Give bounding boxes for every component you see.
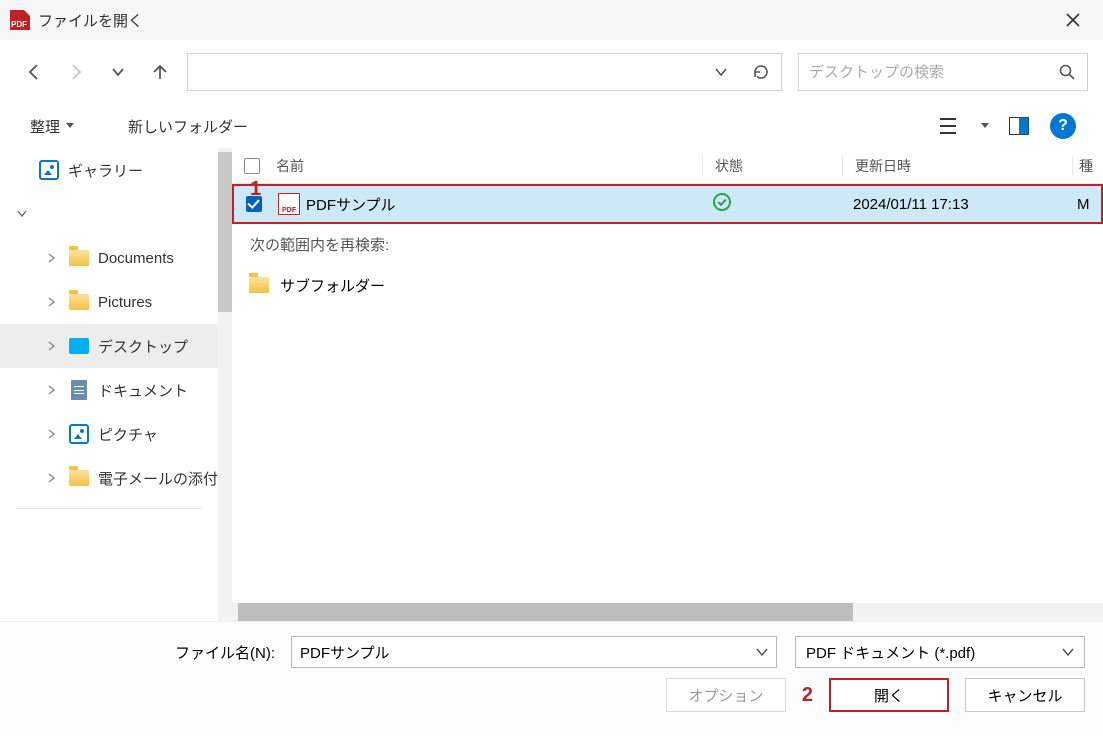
sidebar-item-label: ギャラリー — [68, 160, 143, 181]
sidebar-item-label: Pictures — [98, 294, 152, 311]
app-pdf-icon: PDF — [10, 10, 30, 30]
chevron-right-icon[interactable] — [44, 385, 60, 395]
up-button[interactable] — [141, 53, 179, 91]
sidebar-item-label: ピクチャ — [98, 424, 158, 445]
folder-icon — [69, 294, 89, 310]
sidebar-item-home[interactable] — [0, 192, 218, 236]
sidebar-item-email-attachments[interactable]: 電子メールの添付 — [0, 456, 218, 500]
chevron-down-icon[interactable] — [1062, 646, 1074, 658]
pdf-file-icon: PDF — [278, 193, 300, 215]
footer-panel: ファイル名(N): PDFサンプル PDF ドキュメント (*.pdf) オプシ… — [0, 621, 1103, 736]
sidebar-scroll-thumb[interactable] — [218, 152, 232, 312]
sidebar-item-label: 電子メールの添付 — [98, 468, 218, 489]
history-dropdown[interactable] — [99, 53, 137, 91]
column-name[interactable]: 名前 — [272, 156, 703, 176]
search-box[interactable] — [798, 53, 1088, 91]
sidebar-item-label: ドキュメント — [98, 380, 188, 401]
new-folder-label: 新しいフォルダー — [128, 116, 248, 137]
gallery-icon — [39, 160, 59, 180]
sidebar-item-pictures[interactable]: Pictures — [0, 280, 218, 324]
chevron-right-icon[interactable] — [44, 473, 60, 483]
window-title: ファイルを開く — [38, 10, 143, 31]
toolbar: 整理 新しいフォルダー ? — [0, 104, 1103, 148]
view-dropdown[interactable] — [975, 111, 995, 141]
chevron-down-icon[interactable] — [14, 209, 30, 219]
column-headers[interactable]: 名前 状態 更新日時 種 — [232, 148, 1103, 184]
search-input[interactable] — [799, 64, 1047, 81]
file-name: PDFサンプル — [306, 194, 396, 215]
chevron-down-icon[interactable] — [756, 646, 768, 658]
column-status[interactable]: 状態 — [703, 156, 843, 176]
filetype-combo[interactable]: PDF ドキュメント (*.pdf) — [795, 636, 1085, 668]
forward-button[interactable] — [57, 53, 95, 91]
filename-combo[interactable]: PDFサンプル — [291, 636, 777, 668]
cancel-button[interactable]: キャンセル — [965, 678, 1085, 712]
search-icon[interactable] — [1047, 63, 1087, 81]
sidebar-scrollbar[interactable] — [218, 148, 232, 621]
filetype-value: PDF ドキュメント (*.pdf) — [806, 642, 1062, 663]
close-button[interactable] — [1053, 0, 1093, 40]
title-bar: PDF ファイルを開く — [0, 0, 1103, 40]
chevron-right-icon[interactable] — [44, 341, 60, 351]
back-button[interactable] — [15, 53, 53, 91]
file-row[interactable]: PDF PDFサンプル 2024/01/11 17:13 M — [232, 184, 1103, 224]
view-list-button[interactable] — [931, 111, 971, 141]
new-folder-button[interactable]: 新しいフォルダー — [118, 110, 258, 143]
column-modified[interactable]: 更新日時 — [843, 156, 1073, 176]
file-type: M — [1071, 196, 1101, 213]
select-all-checkbox[interactable] — [232, 158, 272, 174]
sidebar-item-gallery[interactable]: ギャラリー — [0, 148, 218, 192]
horizontal-scrollbar[interactable] — [232, 603, 1103, 621]
main-area: ギャラリー Documents Pictures — [0, 148, 1103, 621]
chevron-down-icon — [66, 122, 74, 130]
picture-icon — [69, 424, 89, 444]
path-input[interactable] — [188, 54, 701, 90]
status-ok-icon — [713, 193, 731, 211]
sidebar-item-label: Documents — [98, 250, 174, 267]
help-button[interactable]: ? — [1043, 111, 1083, 141]
folder-icon — [69, 250, 89, 266]
sidebar: ギャラリー Documents Pictures — [0, 148, 232, 621]
chevron-right-icon[interactable] — [44, 297, 60, 307]
filename-value[interactable]: PDFサンプル — [300, 642, 756, 663]
nav-row — [0, 40, 1103, 104]
open-button[interactable]: 開く — [829, 678, 949, 712]
help-icon: ? — [1050, 113, 1076, 139]
research-label: 次の範囲内を再検索: — [232, 224, 1103, 265]
annotation-2: 2 — [802, 684, 813, 707]
options-button[interactable]: オプション — [666, 678, 786, 712]
divider — [16, 508, 202, 509]
file-date: 2024/01/11 17:13 — [841, 196, 1071, 213]
desktop-icon — [69, 338, 89, 354]
preview-pane-button[interactable] — [999, 111, 1039, 141]
document-icon — [71, 380, 87, 400]
folder-icon — [69, 470, 89, 486]
nav-tree: ギャラリー Documents Pictures — [0, 148, 218, 621]
subfolder-row[interactable]: サブフォルダー — [232, 265, 1103, 305]
path-dropdown-icon[interactable] — [701, 54, 741, 90]
folder-icon — [249, 277, 269, 293]
column-type[interactable]: 種 — [1073, 156, 1103, 176]
path-box[interactable] — [187, 53, 782, 91]
organize-button[interactable]: 整理 — [20, 110, 84, 143]
horizontal-scroll-thumb[interactable] — [238, 603, 853, 621]
refresh-button[interactable] — [741, 54, 781, 90]
sidebar-item-documents[interactable]: Documents — [0, 236, 218, 280]
sidebar-item-documents-jp[interactable]: ドキュメント — [0, 368, 218, 412]
sidebar-item-label: デスクトップ — [98, 336, 188, 357]
chevron-right-icon[interactable] — [44, 253, 60, 263]
file-checkbox[interactable] — [234, 196, 274, 212]
subfolder-label: サブフォルダー — [280, 275, 385, 296]
filename-label: ファイル名(N): — [18, 642, 283, 663]
organize-label: 整理 — [30, 116, 60, 137]
sidebar-item-pictures-jp[interactable]: ピクチャ — [0, 412, 218, 456]
file-pane: 1 名前 状態 更新日時 種 PDF PDFサンプル 2024/01/11 17… — [232, 148, 1103, 621]
sidebar-item-desktop[interactable]: デスクトップ — [0, 324, 218, 368]
chevron-right-icon[interactable] — [44, 429, 60, 439]
